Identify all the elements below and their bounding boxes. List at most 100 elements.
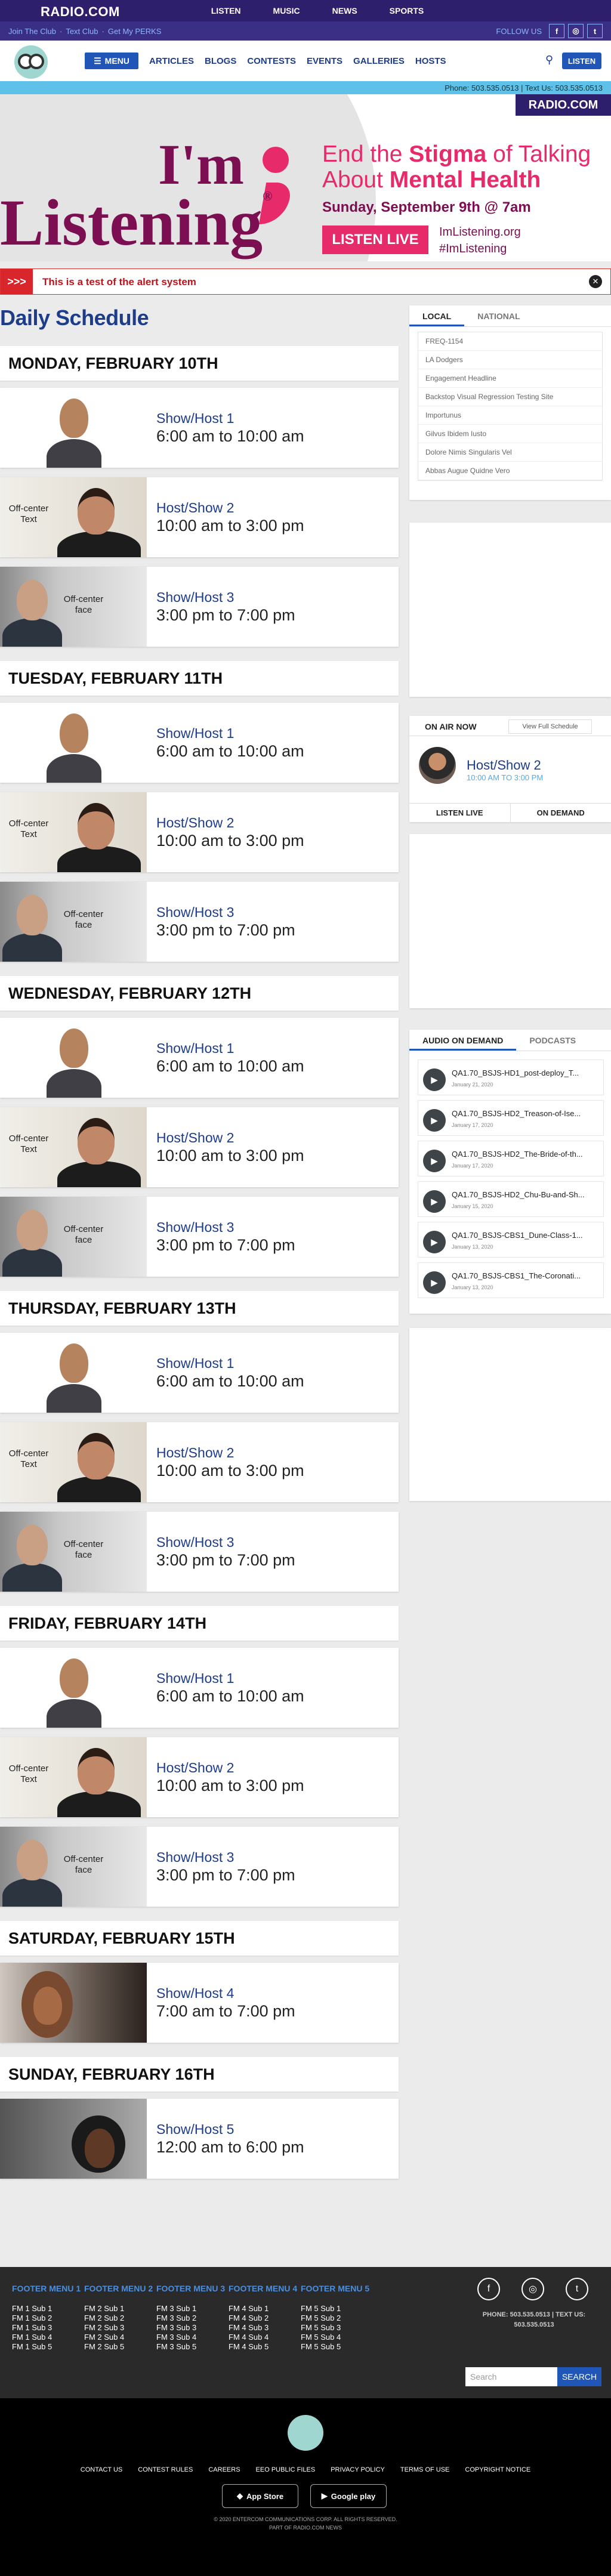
show-name[interactable]: Show/Host 4 xyxy=(156,1985,234,2002)
news-item[interactable]: Gilvus Ibidem Iusto xyxy=(418,425,602,443)
footer-menu-item[interactable]: FM 5 Sub 1 xyxy=(301,2304,372,2314)
footer-link[interactable]: COPYRIGHT NOTICE xyxy=(465,2466,530,2473)
show-card[interactable]: Off-center Text Host/Show 2 10:00 am to 3:… xyxy=(0,1422,399,1502)
footer-menu-heading[interactable]: FOOTER MENU 5 xyxy=(301,2284,372,2293)
tab-audio-on-demand[interactable]: AUDIO ON DEMAND xyxy=(409,1030,517,1051)
show-name[interactable]: Show/Host 1 xyxy=(156,725,234,742)
footer-link[interactable]: EEO PUBLIC FILES xyxy=(256,2466,316,2473)
footer-menu-item[interactable]: FM 4 Sub 1 xyxy=(229,2304,300,2314)
google-play-badge[interactable]: ▶ Google play xyxy=(310,2484,387,2508)
show-name[interactable]: Host/Show 2 xyxy=(156,815,234,831)
on-air-show[interactable]: Host/Show 2 xyxy=(467,758,541,773)
footer-menu-item[interactable]: FM 5 Sub 5 xyxy=(301,2342,372,2352)
on-air-on-demand[interactable]: ON DEMAND xyxy=(510,803,611,822)
show-card[interactable]: Show/Host 1 6:00 am to 10:00 am xyxy=(0,1648,399,1728)
show-name[interactable]: Show/Host 5 xyxy=(156,2121,234,2138)
show-name[interactable]: Show/Host 1 xyxy=(156,1355,234,1372)
footer-link[interactable]: CONTEST RULES xyxy=(138,2466,193,2473)
footer-menu-item[interactable]: FM 2 Sub 2 xyxy=(84,2314,156,2323)
play-icon[interactable]: ▶ xyxy=(423,1068,446,1091)
view-full-schedule-link[interactable]: View Full Schedule xyxy=(508,719,592,734)
facebook-icon[interactable]: f xyxy=(477,2278,500,2300)
show-card[interactable]: Off-center Text Host/Show 2 10:00 am to 3:… xyxy=(0,477,399,557)
nav-listen[interactable]: LISTEN xyxy=(211,6,241,16)
twitter-icon[interactable]: t xyxy=(566,2278,588,2300)
news-item[interactable]: Importunus xyxy=(418,406,602,425)
nav-events[interactable]: EVENTS xyxy=(307,56,342,66)
show-name[interactable]: Host/Show 2 xyxy=(156,1445,234,1461)
show-card[interactable]: Show/Host 1 6:00 am to 10:00 am xyxy=(0,388,399,468)
footer-menu-item[interactable]: FM 3 Sub 2 xyxy=(156,2314,228,2323)
nav-music[interactable]: MUSIC xyxy=(273,6,300,16)
show-card[interactable]: Off-center face Show/Host 3 3:00 pm to 7:0… xyxy=(0,1197,399,1277)
footer-link[interactable]: CONTACT US xyxy=(81,2466,123,2473)
show-name[interactable]: Host/Show 2 xyxy=(156,1760,234,1776)
footer-menu-item[interactable]: FM 3 Sub 3 xyxy=(156,2323,228,2333)
footer-search-button[interactable]: SEARCH xyxy=(557,2367,601,2386)
footer-menu-item[interactable]: FM 4 Sub 4 xyxy=(229,2333,300,2342)
footer-link[interactable]: CAREERS xyxy=(208,2466,240,2473)
news-item[interactable]: Abbas Augue Quidne Vero xyxy=(418,462,602,480)
footer-menu-heading[interactable]: FOOTER MENU 3 xyxy=(156,2284,228,2293)
show-card[interactable]: Show/Host 5 12:00 am to 6:00 pm xyxy=(0,2099,399,2179)
show-card[interactable]: Show/Host 1 6:00 am to 10:00 am xyxy=(0,1018,399,1098)
show-name[interactable]: Host/Show 2 xyxy=(156,500,234,516)
show-name[interactable]: Show/Host 3 xyxy=(156,589,234,606)
show-name[interactable]: Show/Host 3 xyxy=(156,904,234,921)
show-card[interactable]: Show/Host 1 6:00 am to 10:00 am xyxy=(0,1333,399,1413)
news-item[interactable]: Dolore Nimis Singularis Vel xyxy=(418,443,602,462)
footer-menu-item[interactable]: FM 1 Sub 4 xyxy=(12,2333,84,2342)
show-card[interactable]: Off-center face Show/Host 3 3:00 pm to 7:0… xyxy=(0,567,399,647)
show-name[interactable]: Show/Host 1 xyxy=(156,410,234,427)
footer-menu-item[interactable]: FM 5 Sub 2 xyxy=(301,2314,372,2323)
audio-item[interactable]: ▶ QA1.70_BSJS-CBS1_The-Coronati... January… xyxy=(418,1262,604,1298)
nav-news[interactable]: NEWS xyxy=(332,6,357,16)
show-name[interactable]: Show/Host 3 xyxy=(156,1219,234,1236)
show-card[interactable]: Show/Host 1 6:00 am to 10:00 am xyxy=(0,703,399,783)
audio-item[interactable]: ▶ QA1.70_BSJS-HD1_post-deploy_T... January… xyxy=(418,1060,604,1095)
owl-logo-icon[interactable] xyxy=(288,2415,323,2451)
footer-menu-item[interactable]: FM 1 Sub 1 xyxy=(12,2304,84,2314)
news-item[interactable]: Backstop Visual Regression Testing Site xyxy=(418,388,602,406)
nav-contests[interactable]: CONTESTS xyxy=(247,56,296,66)
play-icon[interactable]: ▶ xyxy=(423,1150,446,1172)
hero-banner[interactable]: RADIO.COM I'm Listening® End the Stigma … xyxy=(0,94,611,261)
tab-podcasts[interactable]: PODCASTS xyxy=(516,1030,589,1051)
news-item[interactable]: FREQ-1154 xyxy=(418,332,602,351)
show-card[interactable]: Off-center face Show/Host 3 3:00 pm to 7:0… xyxy=(0,1827,399,1907)
footer-menu-heading[interactable]: FOOTER MENU 4 xyxy=(229,2284,300,2293)
nav-hosts[interactable]: HOSTS xyxy=(415,56,446,66)
footer-menu-item[interactable]: FM 4 Sub 5 xyxy=(229,2342,300,2352)
menu-button[interactable]: ☰ MENU xyxy=(85,52,138,69)
tab-national[interactable]: NATIONAL xyxy=(464,305,533,326)
show-name[interactable]: Show/Host 1 xyxy=(156,1040,234,1057)
show-card[interactable]: Show/Host 4 7:00 am to 7:00 pm xyxy=(0,1963,399,2043)
show-card[interactable]: Off-center Text Host/Show 2 10:00 am to 3:… xyxy=(0,1107,399,1187)
footer-menu-heading[interactable]: FOOTER MENU 2 xyxy=(84,2284,156,2293)
footer-menu-item[interactable]: FM 2 Sub 3 xyxy=(84,2323,156,2333)
footer-menu-heading[interactable]: FOOTER MENU 1 xyxy=(12,2284,84,2293)
footer-menu-item[interactable]: FM 4 Sub 3 xyxy=(229,2323,300,2333)
show-name[interactable]: Host/Show 2 xyxy=(156,1130,234,1146)
app-store-badge[interactable]: ◆ App Store xyxy=(222,2484,298,2508)
audio-item[interactable]: ▶ QA1.70_BSJS-CBS1_Dune-Class-1... January… xyxy=(418,1222,604,1258)
footer-menu-item[interactable]: FM 1 Sub 5 xyxy=(12,2342,84,2352)
instagram-icon[interactable]: ◎ xyxy=(568,24,584,38)
audio-item[interactable]: ▶ QA1.70_BSJS-HD2_Chu-Bu-and-Sh... January… xyxy=(418,1181,604,1217)
close-icon[interactable]: ✕ xyxy=(589,275,602,288)
show-name[interactable]: Show/Host 1 xyxy=(156,1670,234,1687)
text-club-link[interactable]: Text Club xyxy=(66,27,98,36)
play-icon[interactable]: ▶ xyxy=(423,1190,446,1213)
show-card[interactable]: Off-center face Show/Host 3 3:00 pm to 7:0… xyxy=(0,1512,399,1592)
audio-item[interactable]: ▶ QA1.70_BSJS-HD2_Treason-of-Ise... Januar… xyxy=(418,1100,604,1136)
radio-logo[interactable]: RADIO.COM xyxy=(41,4,120,20)
footer-menu-item[interactable]: FM 2 Sub 1 xyxy=(84,2304,156,2314)
footer-search-input[interactable]: Search xyxy=(465,2367,557,2386)
audio-item[interactable]: ▶ QA1.70_BSJS-HD2_The-Bride-of-th... Janua… xyxy=(418,1141,604,1176)
tab-local[interactable]: LOCAL xyxy=(409,305,465,326)
nav-sports[interactable]: SPORTS xyxy=(390,6,424,16)
show-card[interactable]: Off-center face Show/Host 3 3:00 pm to 7:0… xyxy=(0,882,399,962)
search-icon[interactable]: ⚲ xyxy=(545,54,553,66)
instagram-icon[interactable]: ◎ xyxy=(521,2278,544,2300)
footer-menu-item[interactable]: FM 3 Sub 5 xyxy=(156,2342,228,2352)
